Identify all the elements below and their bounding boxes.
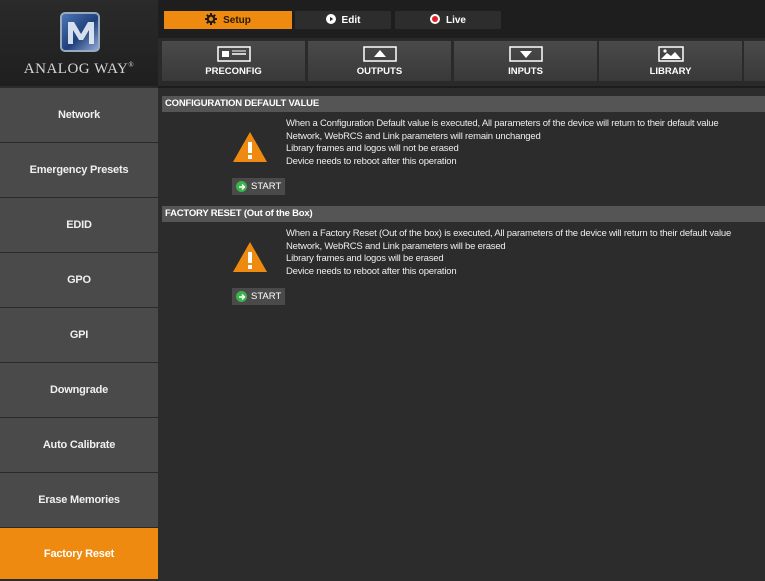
app-window: ANALOG WAY® Network Emergency Presets ED…	[0, 0, 765, 581]
tab-more[interactable]	[744, 41, 765, 81]
preconfig-icon	[216, 46, 251, 65]
sidebar-item-label: Network	[58, 109, 100, 121]
tab-library[interactable]: LIBRARY	[599, 41, 742, 81]
record-icon	[429, 13, 440, 27]
sidebar-item-factory-reset[interactable]: Factory Reset	[0, 528, 158, 580]
sidebar-item-label: Emergency Presets	[29, 164, 129, 176]
mode-live-button[interactable]: Live	[395, 11, 501, 29]
tab-preconfig[interactable]: PRECONFIG	[162, 41, 305, 81]
sidebar-item-network[interactable]: Network	[0, 88, 158, 143]
outputs-icon	[362, 46, 397, 65]
message-line: Device needs to reboot after this operat…	[286, 155, 457, 167]
section-factory-reset-title: FACTORY RESET (Out of the Box)	[162, 206, 765, 222]
factory-reset-start-button[interactable]: START	[232, 288, 285, 305]
mode-setup-label: Setup	[223, 14, 251, 26]
arrow-right-icon	[236, 291, 247, 302]
message-line: When a Factory Reset (Out of the box) is…	[286, 228, 732, 239]
section-config-default-title: CONFIGURATION DEFAULT VALUE	[162, 96, 765, 112]
play-icon	[325, 13, 336, 27]
mode-edit-label: Edit	[341, 14, 361, 26]
brand-name: ANALOG WAY®	[23, 61, 135, 77]
sidebar-item-auto-calibrate[interactable]: Auto Calibrate	[0, 418, 158, 473]
sidebar-item-label: GPO	[67, 274, 91, 286]
message-line: Network, WebRCS and Link parameters will…	[286, 130, 541, 142]
tab-inputs-label: INPUTS	[508, 66, 543, 77]
message-line: Network, WebRCS and Link parameters will…	[286, 240, 506, 252]
brand-logo: ANALOG WAY®	[0, 0, 158, 86]
sidebar-item-gpo[interactable]: GPO	[0, 253, 158, 308]
sidebar-item-label: Downgrade	[49, 384, 109, 396]
sidebar-item-downgrade[interactable]: Downgrade	[0, 363, 158, 418]
sidebar-item-erase-memories[interactable]: Erase Memories	[0, 473, 158, 528]
gear-icon	[205, 12, 218, 28]
message-line: When a Configuration Default value is ex…	[286, 118, 719, 129]
sidebar: Network Emergency Presets EDID GPO GPI D…	[0, 88, 158, 581]
main-panel: CONFIGURATION DEFAULT VALUE When a Confi…	[158, 88, 765, 581]
sidebar-item-label: Auto Calibrate	[42, 439, 116, 451]
message-line: Library frames and logos will not be era…	[286, 143, 459, 154]
message-line: Library frames and logos will be erased	[286, 253, 444, 264]
mode-edit-button[interactable]: Edit	[295, 11, 391, 29]
warning-icon	[232, 241, 268, 278]
tab-inputs[interactable]: INPUTS	[454, 41, 597, 81]
sidebar-item-label: EDID	[66, 219, 92, 231]
sidebar-item-gpi[interactable]: GPI	[0, 308, 158, 363]
analog-way-logo-icon	[60, 12, 100, 52]
section-factory-reset-message: When a Factory Reset (Out of the box) is…	[286, 228, 731, 278]
tab-library-label: LIBRARY	[649, 66, 692, 77]
sidebar-item-edid[interactable]: EDID	[0, 198, 158, 253]
start-label: START	[251, 181, 282, 192]
section-config-default-message: When a Configuration Default value is ex…	[286, 118, 719, 168]
tab-outputs[interactable]: OUTPUTS	[308, 41, 451, 81]
inputs-icon	[508, 46, 543, 65]
sidebar-item-emergency-presets[interactable]: Emergency Presets	[0, 143, 158, 198]
start-label: START	[251, 291, 282, 302]
config-default-start-button[interactable]: START	[232, 178, 285, 195]
warning-icon	[232, 131, 268, 168]
message-line: Device needs to reboot after this operat…	[286, 265, 457, 277]
mode-setup-button[interactable]: Setup	[164, 11, 292, 29]
sidebar-item-label: Erase Memories	[38, 494, 120, 506]
sidebar-item-label: Factory Reset	[43, 547, 115, 560]
mode-bar: Setup Edit Live	[158, 0, 765, 38]
tab-preconfig-label: PRECONFIG	[205, 66, 262, 77]
library-icon	[657, 46, 684, 65]
sidebar-item-label: GPI	[69, 329, 89, 341]
mode-live-label: Live	[445, 14, 466, 26]
tab-outputs-label: OUTPUTS	[356, 66, 403, 77]
arrow-right-icon	[236, 181, 247, 192]
tab-bar: PRECONFIG OUTPUTS INPUTS LIBRARY	[158, 38, 765, 86]
